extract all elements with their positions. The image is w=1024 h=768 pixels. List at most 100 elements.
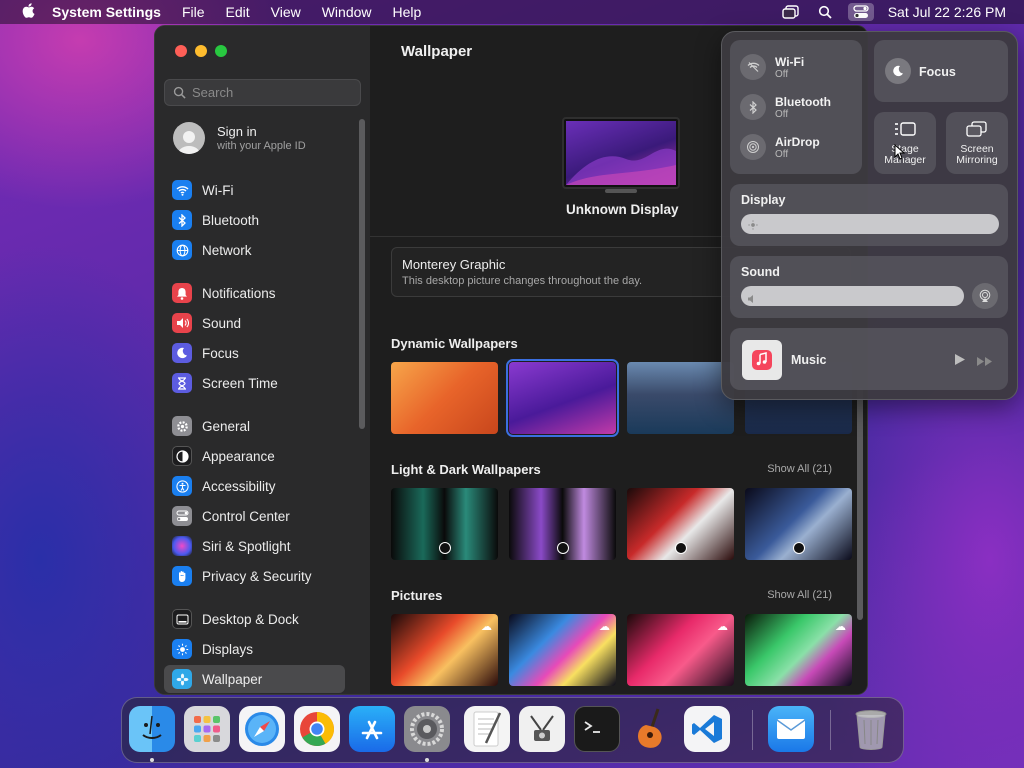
wallpaper-thumbnail[interactable] [391,362,498,434]
sidebar-item-sound[interactable]: Sound [164,309,345,337]
trash-icon[interactable] [848,706,894,752]
apple-menu-icon[interactable] [18,2,38,22]
wallpaper-thumbnail[interactable] [745,488,852,560]
sidebar-item-bluetooth[interactable]: Bluetooth [164,206,345,234]
sidebar-item-general[interactable]: General [164,412,345,440]
wallpaper-thumbnail[interactable] [391,488,498,560]
wallpaper-thumbnail[interactable] [627,362,734,434]
bluetooth-status: Off [775,108,789,120]
stage-manager-tile[interactable]: Stage Manager [874,112,936,174]
display-preview [562,117,680,189]
show-all-button[interactable]: Show All (21) [767,589,832,601]
terminal-icon[interactable] [574,706,620,752]
stage-manager-status-icon[interactable] [780,3,802,21]
brightness-slider[interactable] [741,214,999,234]
sidebar-item-accessibility[interactable]: Accessibility [164,472,345,500]
main-scrollbar[interactable] [857,388,863,620]
menu-window[interactable]: Window [322,4,372,20]
hand-icon [172,566,192,586]
sidebar-item-appearance[interactable]: Appearance [164,442,345,470]
display-tile: Display [730,184,1008,246]
mail-icon[interactable] [768,706,814,752]
running-indicator [150,758,154,762]
appearance-badge-icon [675,542,687,554]
cloud-download-icon: ☁ [717,621,728,633]
menu-clock[interactable]: Sat Jul 22 2:26 PM [888,4,1006,20]
sidebar-item-label: Sound [202,315,242,331]
sidebar-item-wallpaper[interactable]: Wallpaper [164,665,345,693]
airplay-audio-icon[interactable] [972,283,998,309]
garageband-icon[interactable] [629,706,675,752]
system-settings-icon[interactable] [404,706,450,752]
menu-edit[interactable]: Edit [226,4,250,20]
chrome-icon[interactable] [294,706,340,752]
wallpaper-thumbnail[interactable]: ☁ [509,614,616,686]
stage-manager-label: Stage Manager [884,143,926,166]
sidebar-item-label: Accessibility [202,478,276,494]
airdrop-toggle[interactable]: AirDrop Off [740,134,820,160]
app-store-icon[interactable] [349,706,395,752]
moon-icon [885,58,911,84]
wifi-toggle[interactable]: Wi-Fi Off [740,54,804,80]
sidebar-item-control-center[interactable]: Control Center [164,502,345,530]
search-field[interactable]: Search [164,79,361,106]
launchpad-icon[interactable] [184,706,230,752]
wallpaper-thumbnail[interactable]: ☁ [745,614,852,686]
vscode-icon[interactable] [684,706,730,752]
globe-icon [172,240,192,260]
show-all-button[interactable]: Show All (21) [767,463,832,475]
appearance-badge-icon [793,542,805,554]
wifi-status: Off [775,68,789,80]
sidebar-item-focus[interactable]: Focus [164,339,345,367]
control-center-icon[interactable] [847,3,874,21]
section-title-dynamic: Dynamic Wallpapers [391,336,518,351]
wallpaper-thumbnail[interactable] [509,488,616,560]
sidebar-item-desktop-dock[interactable]: Desktop & Dock [164,605,345,633]
minimize-button[interactable] [195,45,207,57]
volume-slider[interactable] [741,286,964,306]
screenshot-icon[interactable] [519,706,565,752]
wifi-off-icon [740,54,766,80]
menu-bar: System Settings File Edit View Window He… [0,0,1024,24]
textedit-icon[interactable] [464,706,510,752]
connectivity-tile: Wi-Fi Off Bluetooth Off AirDrop Off [730,40,862,174]
sidebar-item-label: Appearance [202,448,275,464]
sidebar-item-displays[interactable]: Displays [164,635,345,663]
fast-forward-icon[interactable] [976,354,994,372]
window-controls [175,45,235,57]
wallpaper-thumbnail-selected[interactable] [506,359,619,437]
play-icon[interactable] [954,353,966,371]
sun-icon [172,639,192,659]
screen-mirroring-tile[interactable]: Screen Mirroring [946,112,1008,174]
sidebar-item-wifi[interactable]: Wi-Fi [164,176,345,204]
account-subtitle: with your Apple ID [217,140,306,152]
spotlight-icon[interactable] [814,3,836,21]
sidebar-item-siri-spotlight[interactable]: Siri & Spotlight [164,532,345,560]
bluetooth-toggle[interactable]: Bluetooth Off [740,94,831,120]
wallpaper-thumbnail[interactable]: ☁ [391,614,498,686]
menu-file[interactable]: File [182,4,205,20]
sidebar: Search Sign in with your Apple ID Wi-Fi … [155,26,370,694]
zoom-button[interactable] [215,45,227,57]
sidebar-item-screen-time[interactable]: Screen Time [164,369,345,397]
sidebar-item-privacy-security[interactable]: Privacy & Security [164,562,345,590]
finder-icon[interactable] [129,706,175,752]
apple-id-signin[interactable]: Sign in with your Apple ID [173,122,306,154]
sidebar-item-network[interactable]: Network [164,236,345,264]
airdrop-status: Off [775,148,789,160]
sidebar-item-notifications[interactable]: Notifications [164,279,345,307]
safari-icon[interactable] [239,706,285,752]
running-indicator [425,758,429,762]
page-title: Wallpaper [401,43,473,60]
sidebar-scrollbar[interactable] [359,119,365,429]
close-button[interactable] [175,45,187,57]
focus-tile[interactable]: Focus [874,40,1008,102]
wallpaper-thumbnail[interactable] [627,488,734,560]
app-menu[interactable]: System Settings [52,4,161,20]
wallpaper-thumbnail[interactable]: ☁ [627,614,734,686]
sun-icon [747,218,759,236]
menu-view[interactable]: View [271,4,301,20]
menu-help[interactable]: Help [393,4,422,20]
section-title-light-dark: Light & Dark Wallpapers [391,462,541,477]
dock-icon [172,609,192,629]
